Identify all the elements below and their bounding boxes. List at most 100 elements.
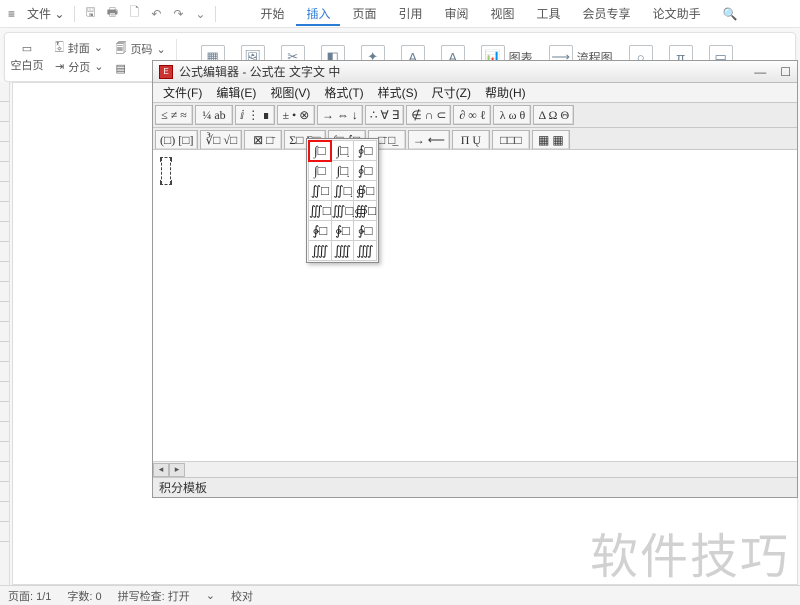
menu-file[interactable]: 文件(F)	[157, 83, 208, 102]
menu-view[interactable]: 视图(V)	[264, 83, 316, 102]
template-fences[interactable]: (□) [□]	[155, 130, 198, 150]
app-menu-icon[interactable]: ≡	[8, 7, 15, 21]
preview-icon[interactable]: 🗋	[123, 3, 145, 24]
blank-page-label: 空白页	[11, 57, 44, 73]
equation-canvas[interactable]	[153, 149, 797, 475]
integral-quad-3[interactable]: ⨌	[354, 241, 377, 261]
print-icon[interactable]: 🖶	[101, 3, 123, 24]
tab-member[interactable]: 会员专享	[573, 1, 641, 26]
palette-greek-lower[interactable]: λ ω θ	[493, 105, 531, 125]
palette-operators[interactable]: ± • ⊗	[277, 105, 315, 125]
palette-logic[interactable]: ∴ ∀ ∃	[365, 105, 404, 125]
equation-editor-appicon: E	[159, 65, 173, 79]
integral-cw[interactable]: ∲□	[331, 221, 354, 241]
tab-insert[interactable]: 插入	[296, 1, 340, 26]
equation-placeholder[interactable]	[161, 158, 171, 184]
template-subscript[interactable]: ⊠ □̄	[244, 130, 282, 150]
integral-double[interactable]: ∬□	[309, 181, 332, 201]
horizontal-scrollbar[interactable]: ◂ ▸	[153, 461, 797, 477]
integral-variant-3[interactable]: ∮□	[354, 161, 377, 181]
chevron-down-icon: ⌄	[54, 7, 64, 21]
status-page[interactable]: 页面: 1/1	[8, 588, 51, 604]
integral-template-palette: ∫□ ∫□̣ ∮□ ∫□ ∫□̣ ∮□ ∬□ ∬□̣ ∯□ ∭□ ∭□̣ ∰□ …	[306, 138, 379, 263]
tab-view[interactable]: 视图	[481, 1, 525, 26]
save-icon[interactable]: 🖫	[79, 3, 101, 24]
blank-page-button[interactable]: ▭ 空白页	[5, 40, 49, 75]
integral-volume[interactable]: ∰□	[354, 201, 377, 221]
cover-icon: 🀧	[55, 41, 64, 54]
symbol-toolbar-row1: ≤ ≠ ≈ ¼ ab ⅈ ⋮ ∎ ± • ⊗ → ⇔ ↓ ∴ ∀ ∃ ∉ ∩ ⊂…	[153, 103, 797, 128]
status-text: 积分模板	[159, 479, 207, 496]
split-page-label: 分页	[68, 59, 90, 75]
blank-page-icon: ▭	[22, 42, 32, 55]
integral-ccw-2[interactable]: ∳□	[354, 221, 377, 241]
vertical-ruler	[0, 82, 10, 585]
split-page-button[interactable]: ⇥ 分页 ⌄	[55, 59, 103, 75]
menu-format[interactable]: 格式(T)	[318, 83, 369, 102]
equation-editor-titlebar[interactable]: E 公式编辑器 - 公式在 文字文 中 — ☐	[153, 61, 797, 83]
integral-single-limits[interactable]: ∫□̣	[331, 141, 354, 161]
cover-label: 封面	[68, 40, 90, 56]
template-boxes[interactable]: ▦ ▦	[532, 130, 570, 150]
integral-quad[interactable]: ⨌	[309, 241, 332, 261]
menu-help[interactable]: 帮助(H)	[479, 83, 532, 102]
integral-surface[interactable]: ∯□	[354, 181, 377, 201]
integral-variant-1[interactable]: ∫□	[309, 161, 332, 181]
status-words[interactable]: 字数: 0	[67, 588, 101, 604]
integral-contour[interactable]: ∮□	[354, 141, 377, 161]
tab-review[interactable]: 审阅	[435, 1, 479, 26]
template-products[interactable]: Π Ų	[452, 130, 490, 150]
file-menu[interactable]: 文件 ⌄	[21, 5, 70, 22]
tab-tools[interactable]: 工具	[527, 1, 571, 26]
integral-variant-2[interactable]: ∫□̣	[331, 161, 354, 181]
integral-triple[interactable]: ∭□	[309, 201, 332, 221]
page-number-icon: 🗐	[115, 40, 126, 59]
scroll-right-icon[interactable]: ▸	[169, 463, 185, 477]
equation-editor-statusbar: 积分模板	[153, 477, 797, 497]
menu-style[interactable]: 样式(S)	[372, 83, 424, 102]
integral-quad-limits[interactable]: ⨌̣	[331, 241, 354, 261]
tab-start[interactable]: 开始	[250, 1, 294, 26]
tab-ref[interactable]: 引用	[388, 1, 432, 26]
file-menu-label: 文件	[27, 7, 51, 21]
minimize-button[interactable]: —	[754, 65, 766, 79]
equation-editor-title: 公式编辑器 - 公式在 文字文 中	[179, 63, 340, 80]
search-icon[interactable]: 🔍	[723, 7, 738, 21]
tab-thesis[interactable]: 论文助手	[643, 1, 711, 26]
status-spellcheck[interactable]: 拼写检查: 打开	[118, 588, 190, 604]
scroll-left-icon[interactable]: ◂	[153, 463, 169, 477]
integral-triple-limits[interactable]: ∭□̣	[331, 201, 354, 221]
template-matrix[interactable]: □□□	[492, 130, 530, 150]
app-statusbar: 页面: 1/1 字数: 0 拼写检查: 打开 ⌄ 校对	[0, 585, 800, 605]
tab-page[interactable]: 页面	[342, 1, 386, 26]
chevron-down-icon[interactable]: ⌄	[189, 7, 211, 21]
menu-edit[interactable]: 编辑(E)	[210, 83, 262, 102]
menu-size[interactable]: 尺寸(Z)	[426, 83, 477, 102]
palette-embellish[interactable]: ⅈ ⋮ ∎	[235, 105, 275, 125]
integral-ccw[interactable]: ∳□	[309, 221, 332, 241]
palette-greek-upper[interactable]: Δ Ω Θ	[533, 105, 574, 125]
integral-double-limits[interactable]: ∬□̣	[331, 181, 354, 201]
split-page-icon: ⇥	[55, 60, 64, 73]
separator	[215, 6, 216, 22]
redo-icon[interactable]: ↷	[167, 7, 189, 21]
maximize-button[interactable]: ☐	[780, 65, 791, 79]
page-prop-icon: ▤	[115, 62, 125, 75]
palette-relations[interactable]: ≤ ≠ ≈	[155, 105, 193, 125]
palette-set[interactable]: ∉ ∩ ⊂	[406, 105, 451, 125]
template-radicals[interactable]: ∛□ √□	[200, 130, 242, 150]
palette-misc[interactable]: ∂ ∞ ℓ	[453, 105, 491, 125]
palette-spaces[interactable]: ¼ ab	[195, 105, 233, 125]
page-number-label: 页码	[130, 41, 152, 57]
separator	[74, 6, 75, 22]
main-tabs: 开始 插入 页面 引用 审阅 视图 工具 会员专享 论文助手 🔍	[250, 1, 737, 26]
equation-editor-menubar: 文件(F) 编辑(E) 视图(V) 格式(T) 样式(S) 尺寸(Z) 帮助(H…	[153, 83, 797, 103]
integral-single[interactable]: ∫□	[309, 141, 332, 161]
undo-icon[interactable]: ↶	[145, 7, 167, 21]
template-arrows[interactable]: → ⟵	[408, 130, 450, 150]
page-number-button[interactable]: 🗐 页码 ⌄	[115, 40, 165, 59]
cover-button[interactable]: 🀧 封面 ⌄	[55, 40, 103, 56]
status-proof[interactable]: 校对	[231, 588, 253, 604]
palette-arrows[interactable]: → ⇔ ↓	[317, 105, 363, 125]
equation-editor-window: E 公式编辑器 - 公式在 文字文 中 — ☐ 文件(F) 编辑(E) 视图(V…	[152, 60, 798, 498]
